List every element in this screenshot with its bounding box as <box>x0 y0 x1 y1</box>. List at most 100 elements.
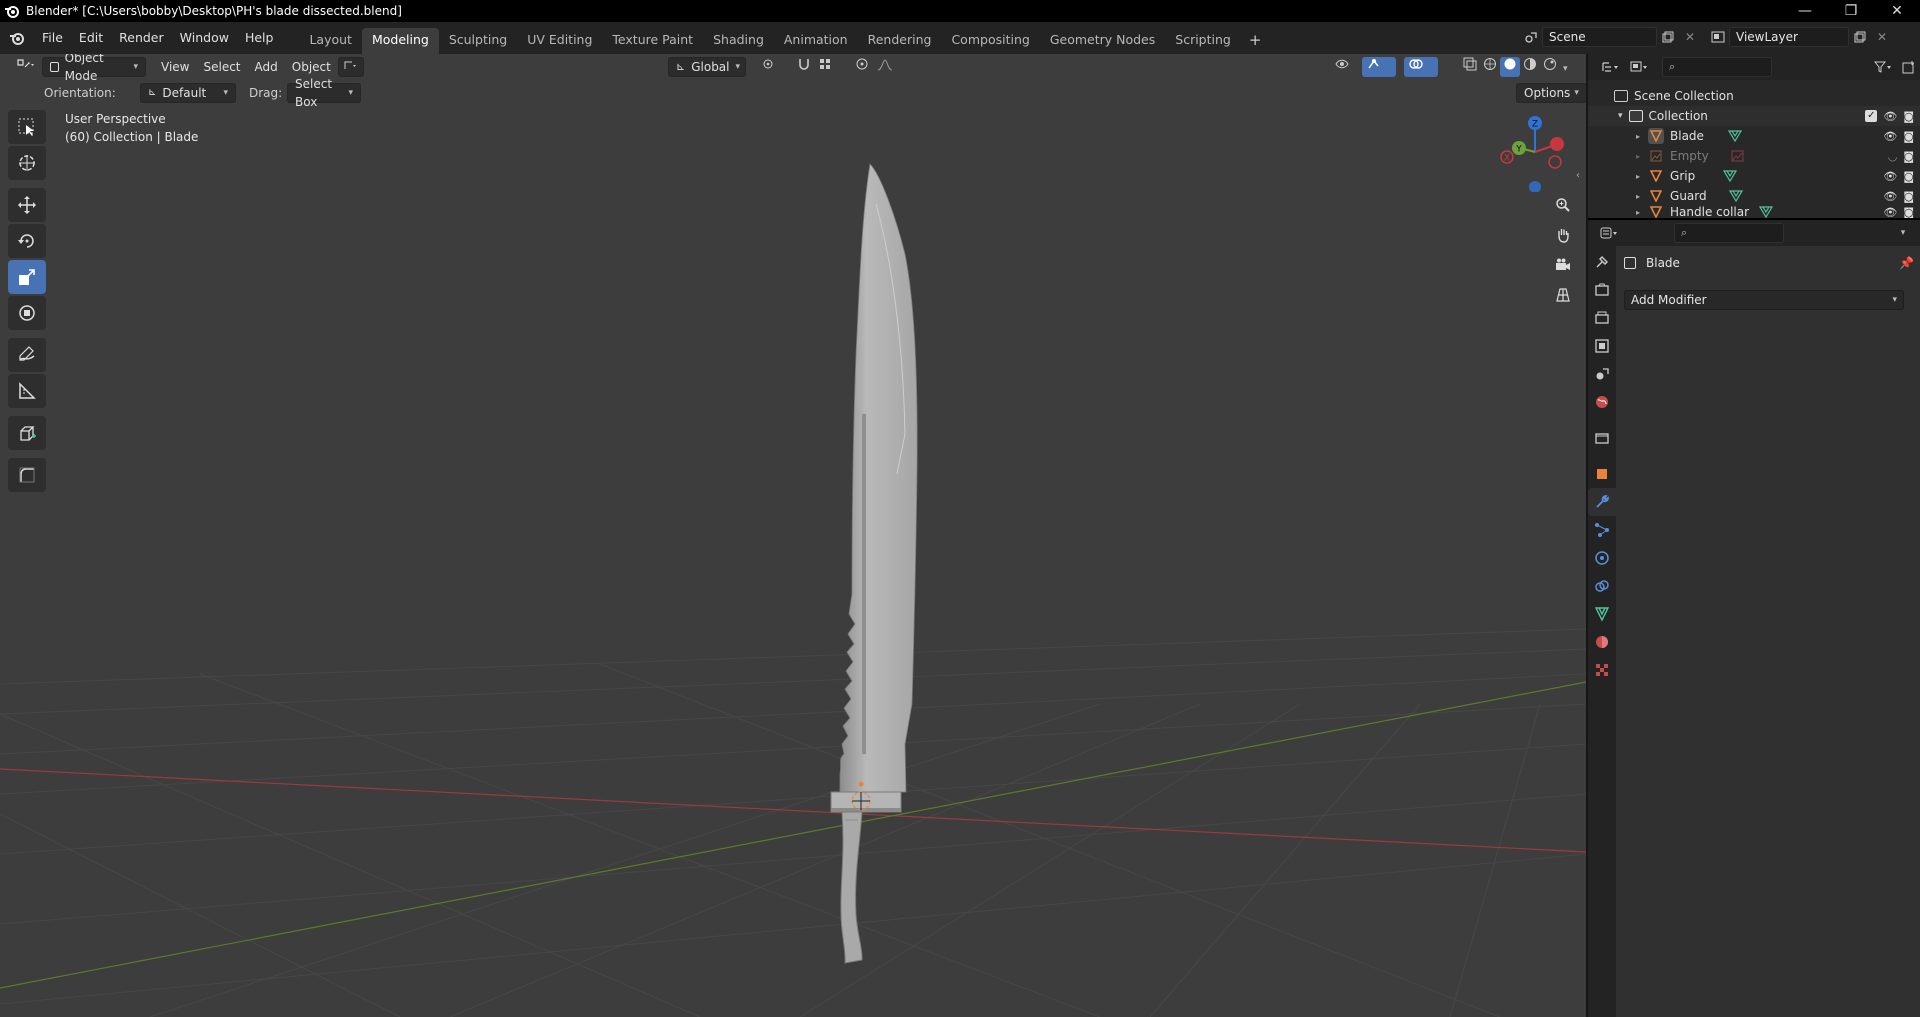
add-cube-tool[interactable] <box>8 416 46 450</box>
outliner-scene-collection[interactable]: Scene Collection <box>1588 86 1920 106</box>
transform-tool[interactable] <box>8 296 46 330</box>
drag-dropdown[interactable]: Select Box ▾ <box>287 77 361 109</box>
tab-output[interactable] <box>1588 304 1616 332</box>
falloff-icon[interactable] <box>870 57 896 77</box>
menu-edit[interactable]: Edit <box>71 26 111 50</box>
solid-shading-icon[interactable] <box>1500 57 1520 77</box>
toggle-ortho-button[interactable] <box>1550 282 1576 308</box>
tab-rendering[interactable]: Rendering <box>858 28 942 54</box>
eye-icon[interactable]: 👁 <box>1883 110 1897 123</box>
camera-icon[interactable]: ◙ <box>1903 150 1914 163</box>
view-layer-icon[interactable] <box>1707 27 1729 47</box>
editor-type-icon[interactable] <box>8 57 40 77</box>
cursor-tool[interactable] <box>8 146 46 180</box>
zoom-view-button[interactable] <box>1550 192 1576 218</box>
material-preview-icon[interactable] <box>1520 57 1540 77</box>
outliner-item-grip[interactable]: ▸ Grip 👁 ◙ <box>1588 166 1920 186</box>
tab-geometry-nodes[interactable]: Geometry Nodes <box>1040 28 1165 54</box>
tab-material[interactable] <box>1588 628 1616 656</box>
wireframe-shading-icon[interactable] <box>1480 57 1500 77</box>
camera-view-button[interactable] <box>1550 252 1576 278</box>
minimize-button[interactable]: — <box>1782 0 1828 22</box>
show-gizmo-icon[interactable] <box>1362 57 1396 77</box>
navigation-gizmo[interactable]: Z Y X <box>1495 112 1575 192</box>
tab-physics[interactable] <box>1588 544 1616 572</box>
xray-toggle-icon[interactable] <box>1456 57 1478 77</box>
view-layer-field[interactable]: ViewLayer <box>1729 27 1849 47</box>
tab-texture[interactable] <box>1588 656 1616 684</box>
disclosure-collapsed-icon[interactable]: ▸ <box>1636 152 1640 161</box>
disclosure-collapsed-icon[interactable]: ▸ <box>1636 208 1640 217</box>
rotate-tool[interactable] <box>8 224 46 258</box>
tab-texture-paint[interactable]: Texture Paint <box>602 28 703 54</box>
select-box-tool[interactable] <box>8 110 46 144</box>
menu-view[interactable]: View <box>154 57 196 77</box>
properties-options-icon[interactable]: ▾ <box>1892 223 1914 243</box>
x-axis-handle[interactable] <box>1550 137 1564 151</box>
eye-icon[interactable]: 👁 <box>1883 206 1897 218</box>
guard-object[interactable] <box>830 791 902 813</box>
tab-constraints[interactable] <box>1588 572 1616 600</box>
eye-icon[interactable]: 👁 <box>1883 170 1897 183</box>
tab-compositing[interactable]: Compositing <box>941 28 1039 54</box>
maximize-button[interactable]: ❐ <box>1828 0 1874 22</box>
tab-view-layer[interactable] <box>1588 332 1616 360</box>
outliner-search-input[interactable]: ⌕ <box>1662 57 1772 77</box>
tab-world[interactable] <box>1588 388 1616 416</box>
tab-data[interactable] <box>1588 600 1616 628</box>
add-workspace-button[interactable]: + <box>1241 28 1270 54</box>
camera-icon[interactable]: ◙ <box>1903 170 1914 183</box>
3d-viewport[interactable]: Object Mode ▾ View Select Add Object ⊾ G… <box>0 54 1586 1017</box>
add-modifier-dropdown[interactable]: Add Modifier ▾ <box>1624 290 1904 310</box>
disclosure-collapsed-icon[interactable]: ▸ <box>1636 132 1640 141</box>
snap-target-icon[interactable] <box>812 57 842 77</box>
outliner-item-blade[interactable]: ▸ Blade 👁 ◙ <box>1588 126 1920 146</box>
visibility-selectability-icon[interactable] <box>1328 57 1358 77</box>
tab-sculpting[interactable]: Sculpting <box>439 28 517 54</box>
properties-search-input[interactable]: ⌕ <box>1674 223 1784 243</box>
annotate-tool[interactable] <box>8 338 46 372</box>
pan-view-button[interactable] <box>1550 222 1576 248</box>
camera-icon[interactable]: ◙ <box>1903 190 1914 203</box>
remove-view-layer-icon[interactable]: ✕ <box>1871 27 1893 47</box>
camera-icon[interactable]: ◙ <box>1903 130 1914 143</box>
options-dropdown[interactable]: Options ▾ <box>1516 83 1586 103</box>
tab-object[interactable] <box>1588 460 1616 488</box>
menu-file[interactable]: File <box>34 26 71 50</box>
copy-scene-icon[interactable] <box>1657 27 1679 47</box>
pin-icon[interactable]: 📌 <box>1899 256 1914 270</box>
measure-tool[interactable] <box>8 374 46 408</box>
display-mode-icon[interactable] <box>1624 57 1654 77</box>
close-button[interactable]: ✕ <box>1874 0 1920 22</box>
new-collection-icon[interactable] <box>1898 57 1920 77</box>
outliner-item-handle-collar[interactable]: ▸ Handle collar 👁 ◙ <box>1588 206 1920 218</box>
gpencil-icon[interactable] <box>337 57 364 77</box>
disclosure-collapsed-icon[interactable]: ▸ <box>1636 172 1640 181</box>
outliner-editor-type-icon[interactable] <box>1596 57 1624 77</box>
outliner-collection[interactable]: ▾ Collection ✓ 👁 ◙ <box>1588 106 1920 126</box>
menu-add[interactable]: Add <box>248 57 285 77</box>
filter-icon[interactable] <box>1868 57 1898 77</box>
eye-icon[interactable]: 👁 <box>1883 190 1897 203</box>
disclosure-expanded-icon[interactable]: ▾ <box>1618 111 1623 121</box>
shading-options-icon[interactable]: ▾ <box>1560 57 1578 77</box>
copy-view-layer-icon[interactable] <box>1849 27 1871 47</box>
exclude-checkbox[interactable]: ✓ <box>1865 109 1878 122</box>
tab-collection[interactable] <box>1588 424 1616 452</box>
eye-closed-icon[interactable]: ◡ <box>1888 150 1898 163</box>
mode-dropdown[interactable]: Object Mode ▾ <box>42 54 146 83</box>
scene-icon[interactable] <box>1520 27 1542 47</box>
tab-scripting[interactable]: Scripting <box>1165 28 1241 54</box>
bevel-tool[interactable] <box>8 458 46 492</box>
rendered-shading-icon[interactable] <box>1540 57 1560 77</box>
transform-orientation-dropdown[interactable]: ⊾ Global ▾ <box>668 57 746 77</box>
menu-window[interactable]: Window <box>172 26 237 50</box>
properties-editor-type-icon[interactable] <box>1592 223 1626 243</box>
snap-icon[interactable] <box>790 57 812 77</box>
scale-tool[interactable] <box>8 260 46 294</box>
camera-icon[interactable]: ◙ <box>1903 206 1914 218</box>
sidebar-toggle-icon[interactable]: ‹ <box>1576 170 1580 181</box>
remove-scene-icon[interactable]: ✕ <box>1679 27 1701 47</box>
blender-menu-button[interactable] <box>0 22 34 54</box>
move-tool[interactable] <box>8 188 46 222</box>
